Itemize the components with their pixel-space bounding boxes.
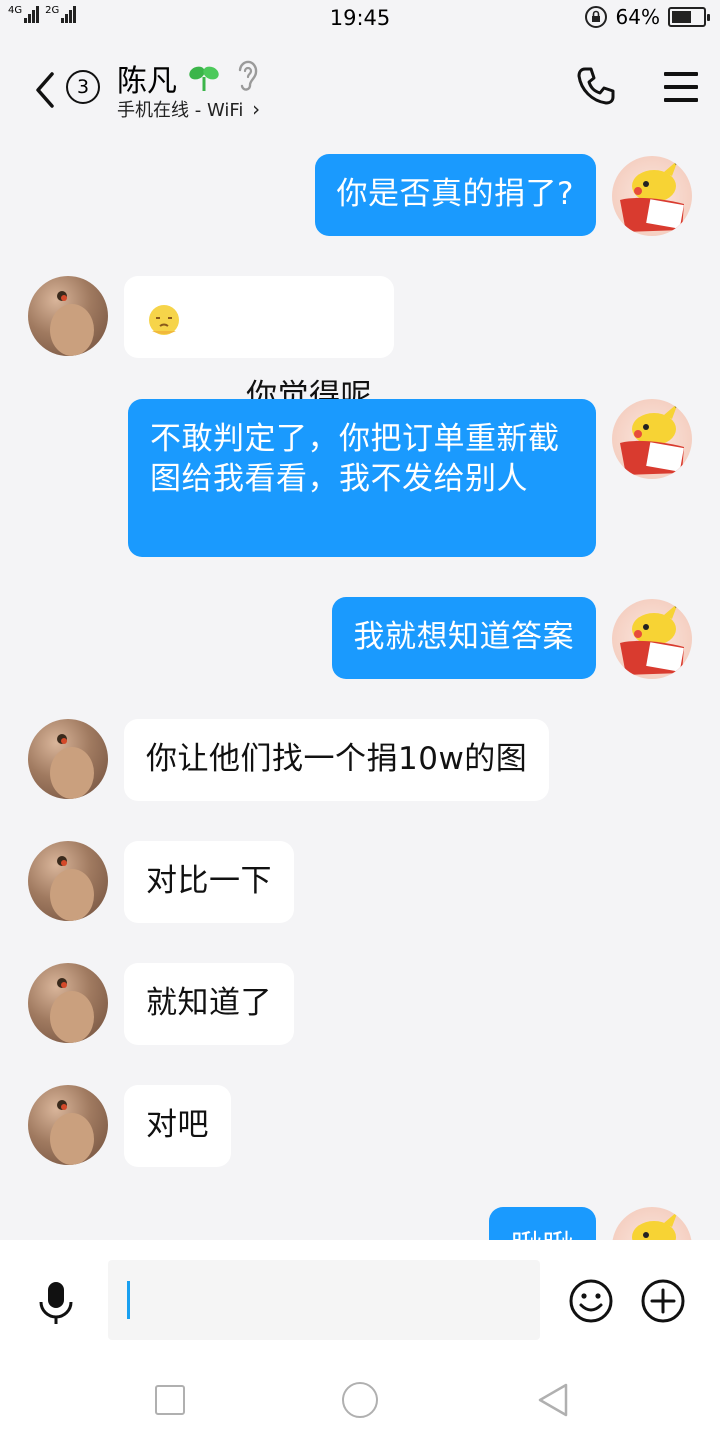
input-bar bbox=[0, 1240, 720, 1360]
message-bubble[interactable]: 不敢判定了，你把订单重新截图给我看看，我不发给别人 bbox=[128, 399, 596, 557]
battery-percent: 64% bbox=[615, 5, 660, 29]
phone-icon[interactable] bbox=[576, 66, 616, 106]
message-outgoing: 瞅瞅 bbox=[0, 1207, 720, 1240]
message-bubble[interactable]: 对比一下 bbox=[124, 841, 294, 923]
sprout-icon bbox=[189, 66, 219, 91]
avatar-contact[interactable] bbox=[28, 276, 108, 356]
smiley-icon[interactable] bbox=[568, 1278, 614, 1324]
ear-icon[interactable] bbox=[234, 58, 262, 92]
unread-count-badge: 3 bbox=[66, 70, 100, 104]
message-bubble[interactable]: 你是否真的捐了? bbox=[314, 154, 596, 236]
text-caret bbox=[127, 1281, 130, 1319]
pikachu-avatar-icon bbox=[632, 1211, 678, 1240]
message-incoming: 对比一下 bbox=[0, 841, 720, 925]
contact-status-text: 手机在线 - WiFi bbox=[117, 100, 244, 121]
sulking-emoji-icon bbox=[149, 305, 179, 335]
chat-header: 3 陈凡 手机在线 - WiFi › bbox=[0, 40, 720, 140]
chevron-right-icon: › bbox=[252, 97, 261, 121]
message-bubble[interactable]: 你让他们找一个捐10w的图 bbox=[124, 719, 550, 801]
cat-avatar-icon bbox=[50, 1100, 94, 1165]
message-outgoing: 不敢判定了，你把订单重新截图给我看看，我不发给别人 bbox=[0, 399, 720, 559]
message-bubble[interactable]: 我就想知道答案 bbox=[331, 597, 596, 679]
message-incoming: 对吧 bbox=[0, 1085, 720, 1169]
system-nav-bar bbox=[0, 1360, 720, 1440]
back-triangle-icon[interactable] bbox=[536, 1382, 570, 1418]
message-bubble[interactable]: 就知道了 bbox=[124, 963, 294, 1045]
recent-apps-icon[interactable] bbox=[155, 1385, 185, 1415]
message-incoming: 你让他们找一个捐10w的图 bbox=[0, 719, 720, 803]
message-incoming: 你觉得呢 bbox=[0, 276, 720, 414]
avatar-contact[interactable] bbox=[28, 719, 108, 799]
contact-status[interactable]: 手机在线 - WiFi › bbox=[117, 96, 260, 122]
avatar-contact[interactable] bbox=[28, 841, 108, 921]
back-button[interactable]: 3 bbox=[30, 70, 102, 110]
contact-name[interactable]: 陈凡 bbox=[117, 56, 177, 100]
message-bubble[interactable]: 对吧 bbox=[124, 1085, 231, 1167]
status-right: 64% bbox=[584, 5, 710, 29]
status-bar: 4G 2G 19:45 64% bbox=[0, 0, 720, 38]
message-bubble[interactable]: 瞅瞅 bbox=[489, 1207, 596, 1240]
avatar-contact[interactable] bbox=[28, 1085, 108, 1165]
pikachu-avatar-icon bbox=[620, 160, 684, 232]
message-outgoing: 你是否真的捐了? bbox=[0, 154, 720, 238]
pikachu-avatar-icon bbox=[620, 403, 684, 475]
message-list[interactable]: 你是否真的捐了? 你觉得呢 不敢判定了，你把订单重新截图给我看看，我不发给别人 … bbox=[0, 140, 720, 1240]
avatar-self[interactable] bbox=[612, 399, 692, 479]
cat-avatar-icon bbox=[50, 291, 94, 356]
back-arrow-icon bbox=[36, 72, 54, 108]
cat-avatar-icon bbox=[50, 978, 94, 1043]
pikachu-avatar-icon bbox=[620, 603, 684, 675]
battery-icon bbox=[668, 7, 710, 27]
message-input[interactable] bbox=[108, 1260, 540, 1340]
avatar-self[interactable] bbox=[612, 156, 692, 236]
cat-avatar-icon bbox=[50, 734, 94, 799]
plus-icon[interactable] bbox=[640, 1278, 686, 1324]
avatar-contact[interactable] bbox=[28, 963, 108, 1043]
avatar-self[interactable] bbox=[612, 1207, 692, 1240]
avatar-self[interactable] bbox=[612, 599, 692, 679]
menu-icon[interactable] bbox=[664, 72, 700, 102]
microphone-icon[interactable] bbox=[36, 1280, 76, 1326]
home-icon[interactable] bbox=[342, 1382, 378, 1418]
rotation-lock-icon bbox=[584, 6, 607, 28]
message-outgoing: 我就想知道答案 bbox=[0, 597, 720, 681]
message-bubble[interactable]: 你觉得呢 bbox=[124, 276, 395, 414]
battery-level bbox=[672, 11, 692, 23]
message-incoming: 就知道了 bbox=[0, 963, 720, 1047]
cat-avatar-icon bbox=[50, 856, 94, 921]
